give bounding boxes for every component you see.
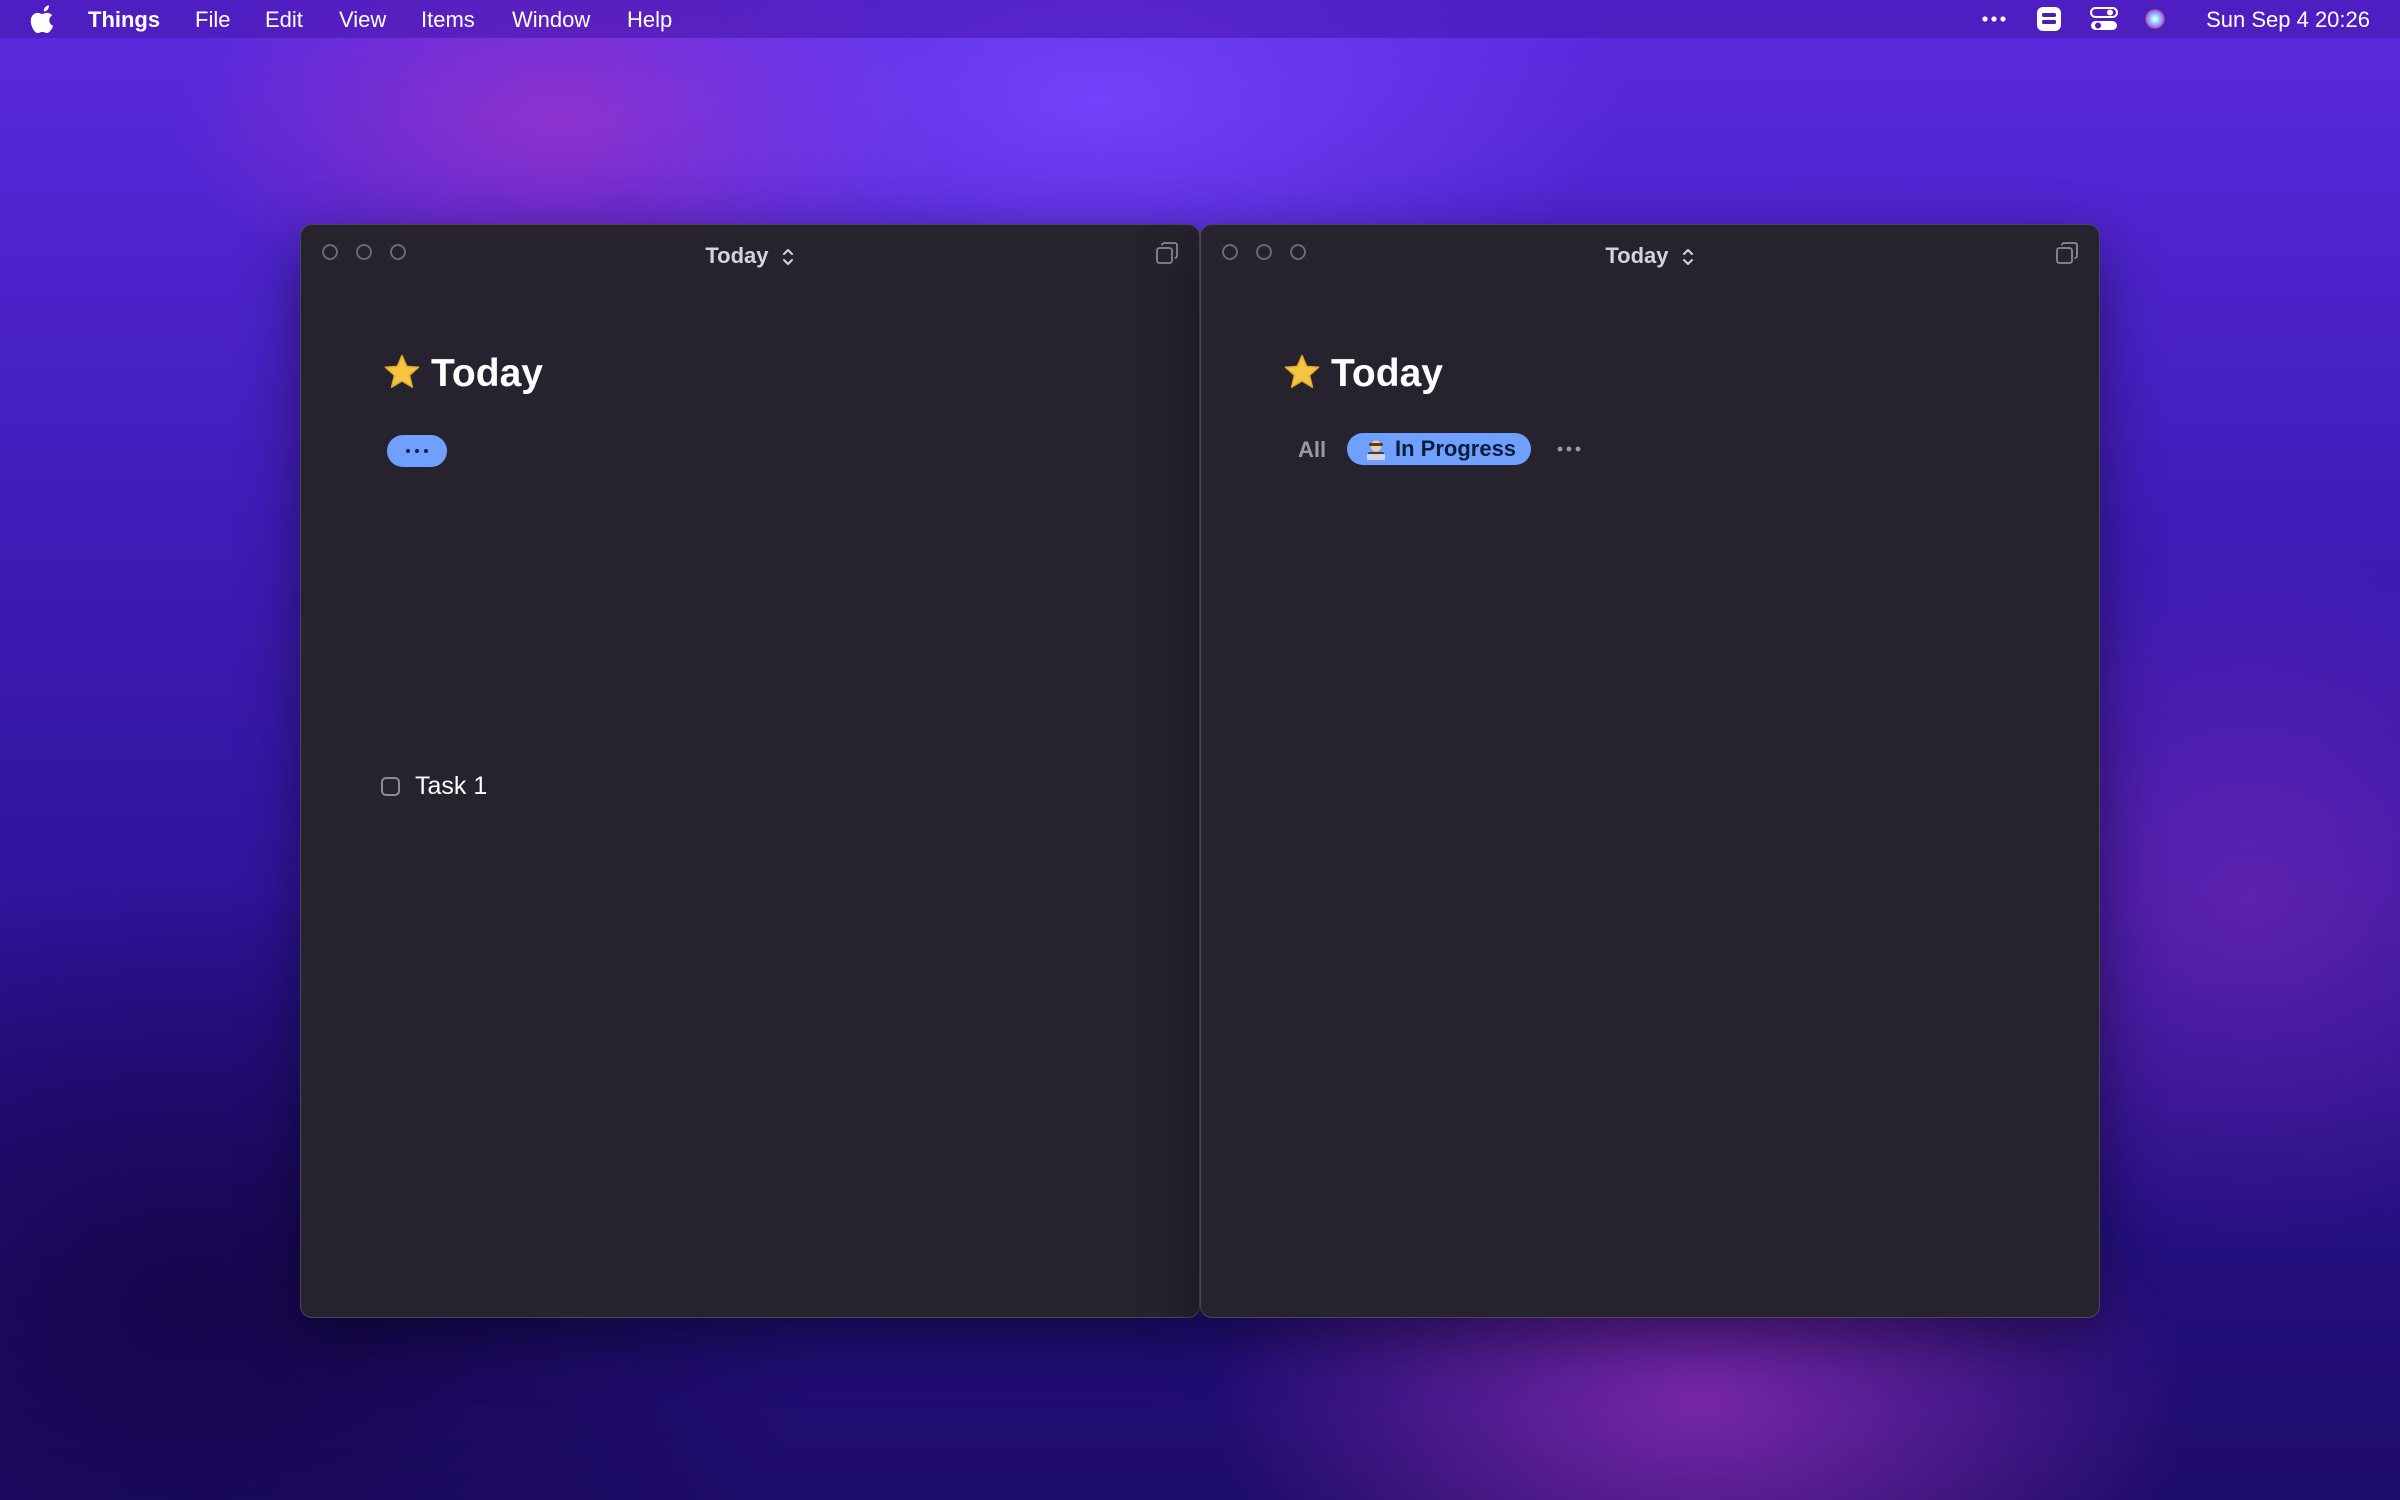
menu-bar: Things File Edit View Items Window Help … (0, 0, 2400, 38)
filter-in-progress-label: In Progress (1395, 436, 1517, 461)
menu-window[interactable]: Window (512, 7, 590, 33)
task-title[interactable]: Task 1 (415, 772, 487, 801)
new-window-icon[interactable] (2055, 241, 2079, 265)
task-checkbox[interactable] (381, 776, 400, 796)
menu-items[interactable]: Items (421, 7, 475, 33)
app-menu-things[interactable]: Things (88, 7, 160, 33)
page-title-text: Today (431, 352, 543, 395)
siri-icon[interactable] (2142, 6, 2168, 32)
page-title: Today (383, 351, 543, 397)
window-title-label: Today (1605, 243, 1669, 268)
task-row[interactable]: Task 1 (381, 770, 487, 802)
menu-view[interactable]: View (339, 7, 386, 33)
filter-all-button[interactable]: All (1298, 437, 1326, 463)
more-icon[interactable] (1980, 10, 2008, 28)
chevron-up-down-icon (782, 249, 793, 266)
filter-in-progress-button[interactable]: In Progress (1347, 433, 1532, 465)
star-icon (384, 354, 420, 388)
chevron-up-down-icon (1682, 249, 1693, 266)
stage-manager-icon[interactable] (2036, 6, 2062, 32)
ellipsis-icon[interactable] (1554, 439, 1584, 459)
menu-bar-clock[interactable]: Sun Sep 4 20:26 (2206, 7, 2370, 33)
things-window-right: Today Today All In Progress (1200, 224, 2100, 1318)
window-title-label: Today (705, 243, 769, 268)
technologist-emoji-icon (1367, 439, 1385, 460)
ellipsis-icon (406, 449, 410, 453)
menu-edit[interactable]: Edit (265, 7, 303, 33)
star-icon (1284, 354, 1320, 388)
menu-help[interactable]: Help (627, 7, 672, 33)
control-center-icon[interactable] (2090, 6, 2118, 32)
page-title-text: Today (1331, 352, 1443, 395)
apple-logo-icon[interactable] (30, 4, 58, 34)
tag-filter-button[interactable] (387, 435, 447, 467)
menu-file[interactable]: File (195, 7, 230, 33)
window-title-switcher[interactable]: Today (1201, 243, 2099, 269)
window-title-switcher[interactable]: Today (301, 243, 1199, 269)
things-window-left: Today Today Task 1 (300, 224, 1200, 1318)
page-title: Today (1283, 351, 1443, 397)
new-window-icon[interactable] (1155, 241, 1179, 265)
